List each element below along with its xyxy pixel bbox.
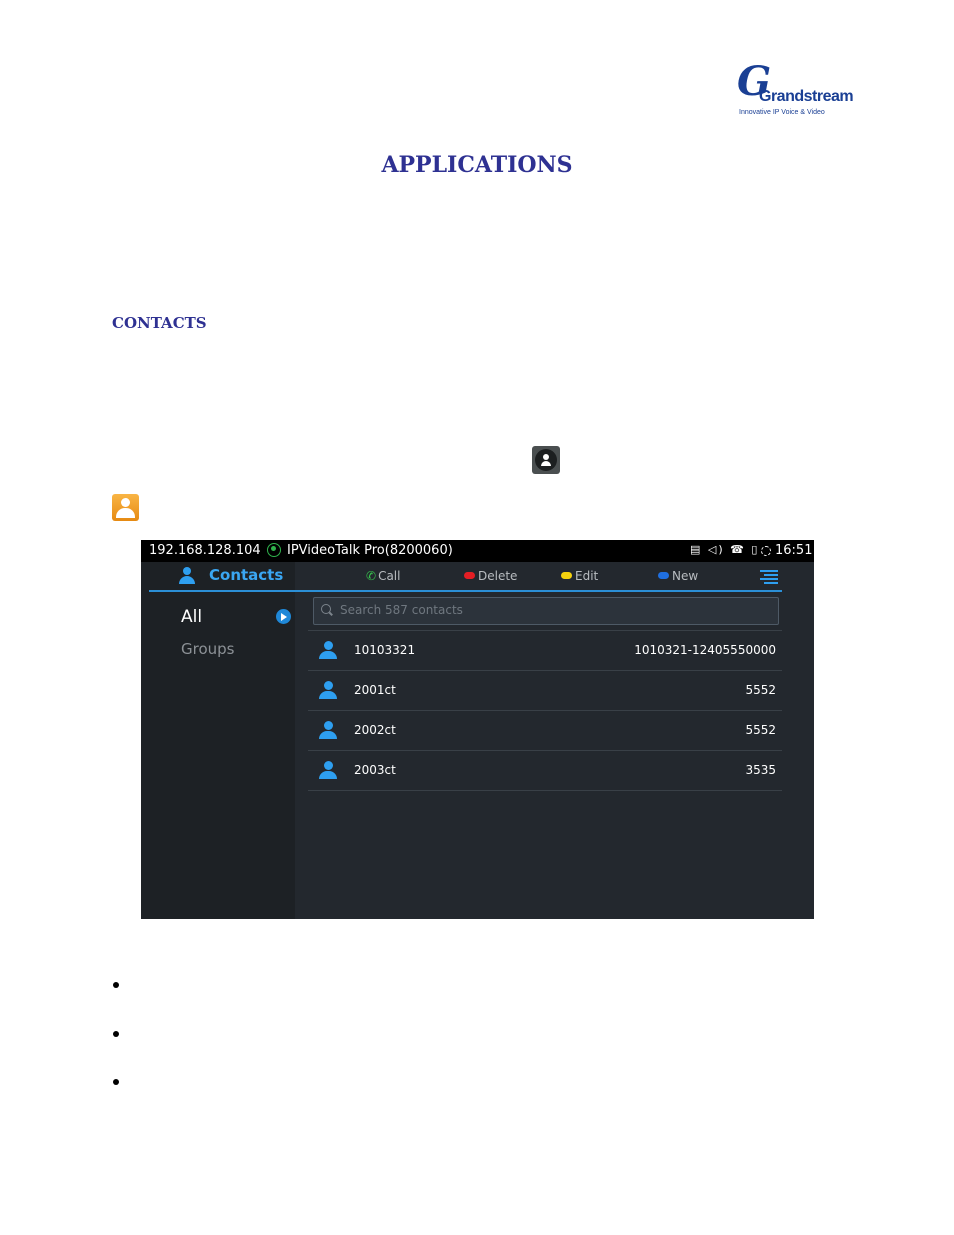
- sync-icon: [761, 546, 771, 556]
- clock: 16:51: [775, 543, 813, 558]
- play-arrow-icon: [276, 609, 291, 624]
- phone-icon: ✆: [366, 569, 377, 583]
- page-title: APPLICATIONS: [381, 152, 573, 178]
- contact-row[interactable]: 2002ct 5552: [308, 711, 782, 751]
- person-icon: [319, 761, 337, 779]
- contacts-app-icon-legacy: [112, 494, 139, 521]
- delete-button[interactable]: Delete: [464, 569, 517, 583]
- contact-name: 10103321: [354, 643, 416, 657]
- menu-icon[interactable]: [760, 570, 778, 584]
- toolbar: Contacts ✆ Call Delete Edit New: [149, 562, 782, 592]
- section-heading: CONTACTS: [112, 314, 207, 332]
- person-icon: [319, 721, 337, 739]
- search-input[interactable]: Search 587 contacts: [313, 597, 779, 625]
- account-label: IPVideoTalk Pro(8200060): [287, 543, 453, 558]
- contact-number: 1010321-12405550000: [634, 643, 776, 657]
- call-button[interactable]: ✆ Call: [366, 569, 400, 583]
- bullet-point: [113, 1031, 119, 1037]
- contact-row[interactable]: 2001ct 5552: [308, 671, 782, 711]
- contact-number: 3535: [745, 763, 776, 777]
- search-icon: [321, 604, 331, 614]
- logo-wordmark: Grandstream: [759, 88, 854, 105]
- bullet-point: [113, 982, 119, 988]
- left-pane: [141, 562, 295, 919]
- toolbar-title: Contacts: [209, 566, 284, 584]
- yellow-key-icon: [561, 572, 572, 579]
- status-icons: ▤ ◁) ☎ ▯: [690, 543, 760, 556]
- contact-row[interactable]: 10103321 1010321-12405550000: [308, 630, 782, 671]
- person-icon: [319, 681, 337, 699]
- contact-name: 2001ct: [354, 683, 396, 697]
- edit-button[interactable]: Edit: [561, 569, 598, 583]
- red-key-icon: [464, 572, 475, 579]
- logo-tagline: Innovative IP Voice & Video: [739, 109, 825, 116]
- contact-name: 2002ct: [354, 723, 396, 737]
- contact-row[interactable]: 2003ct 3535: [308, 751, 782, 791]
- new-button[interactable]: New: [658, 569, 698, 583]
- contact-number: 5552: [745, 683, 776, 697]
- account-status-icon: [267, 543, 281, 557]
- contacts-icon: [179, 567, 195, 584]
- contact-name: 2003ct: [354, 763, 396, 777]
- nav-groups[interactable]: Groups: [181, 640, 234, 658]
- status-bar: 192.168.128.104 IPVideoTalk Pro(8200060)…: [141, 540, 814, 562]
- person-icon: [319, 641, 337, 659]
- contact-number: 5552: [745, 723, 776, 737]
- grandstream-logo: G Grandstream Innovative IP Voice & Vide…: [737, 62, 854, 120]
- ip-address: 192.168.128.104: [149, 543, 261, 558]
- device-screenshot: 192.168.128.104 IPVideoTalk Pro(8200060)…: [141, 540, 814, 919]
- bullet-point: [113, 1079, 119, 1085]
- nav-all[interactable]: All: [181, 607, 202, 627]
- contact-list: 10103321 1010321-12405550000 2001ct 5552…: [308, 630, 782, 791]
- contacts-app-icon: [532, 446, 560, 474]
- search-placeholder: Search 587 contacts: [340, 603, 463, 617]
- blue-key-icon: [658, 572, 669, 579]
